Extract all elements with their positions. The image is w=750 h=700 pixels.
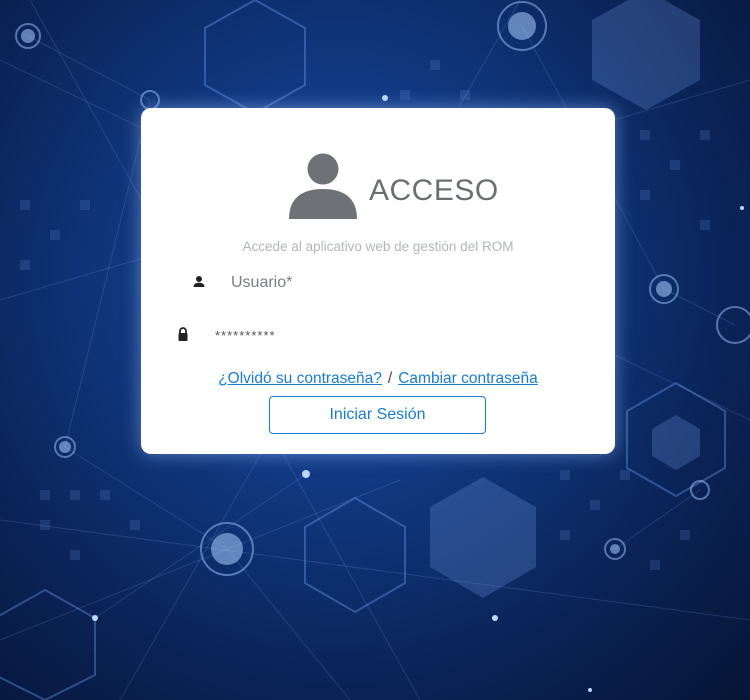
login-card: ACCESO Accede al aplicativo web de gesti… xyxy=(141,108,615,454)
page-subtitle: Accede al aplicativo web de gestión del … xyxy=(242,239,514,254)
change-password-link[interactable]: Cambiar contraseña xyxy=(398,370,538,387)
lock-icon xyxy=(178,327,188,341)
password-row xyxy=(171,320,591,350)
user-avatar-icon xyxy=(289,153,357,219)
password-links: ¿Olvidó su contraseña? / Cambiar contraseñ… xyxy=(141,370,615,388)
login-button[interactable]: Iniciar Sesión xyxy=(269,396,486,434)
username-input[interactable] xyxy=(229,268,573,298)
person-icon xyxy=(193,276,205,287)
forgot-password-link[interactable]: ¿Olvidó su contraseña? xyxy=(218,370,382,387)
links-separator: / xyxy=(387,370,393,387)
password-input[interactable] xyxy=(213,320,557,350)
username-row xyxy=(171,268,591,298)
page-title: ACCESO xyxy=(369,174,499,207)
